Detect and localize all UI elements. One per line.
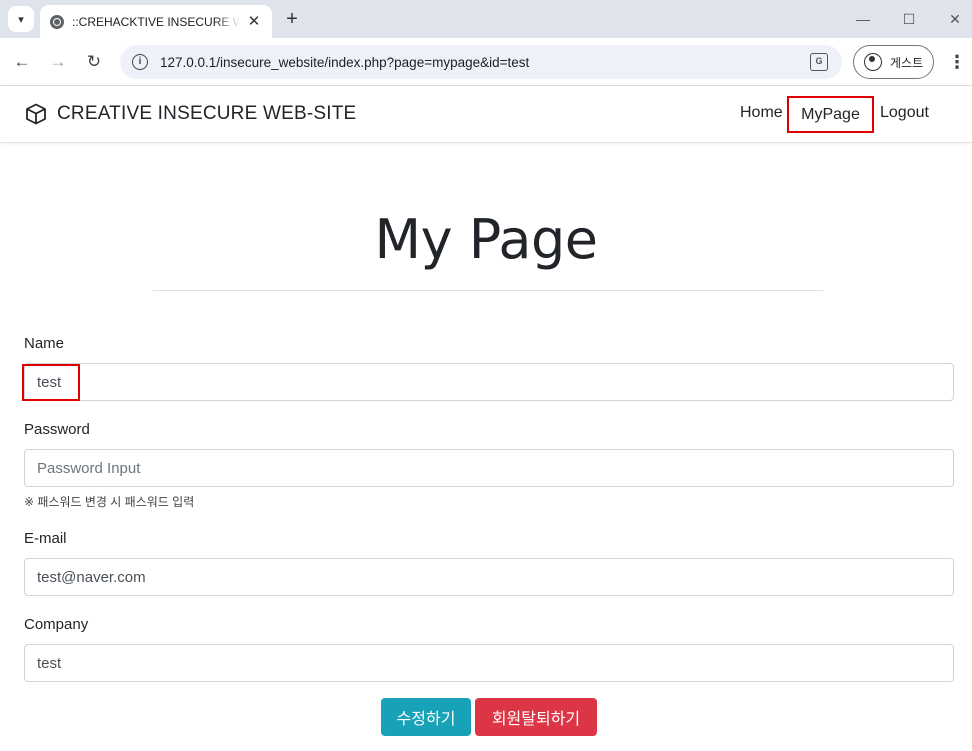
browser-tab[interactable]: ::CREHACKTIVE INSECURE WEB-SITE:: ✕ [40,5,272,38]
browser-toolbar: ← → ↻ i 127.0.0.1/insecure_website/index… [0,38,972,86]
name-highlight-box [22,364,80,401]
forward-arrow-icon[interactable]: → [45,49,71,75]
maximize-icon[interactable]: ☐ [889,6,929,32]
site-info-icon[interactable]: i [132,54,148,70]
nav-mypage-link[interactable]: MyPage [787,96,874,133]
name-field[interactable]: test [24,363,954,401]
password-label: Password [24,421,90,438]
password-field[interactable]: Password Input [24,449,954,487]
profile-label: 게스트 [890,55,924,70]
nav-home-link[interactable]: Home [740,104,783,122]
site-navbar: CREATIVE INSECURE WEB-SITE Home MyPage L… [0,86,972,143]
url-text[interactable]: 127.0.0.1/insecure_website/index.php?pag… [160,55,529,70]
profile-button[interactable]: 게스트 [853,45,934,79]
nav-logout-link[interactable]: Logout [880,104,929,122]
address-bar[interactable]: i 127.0.0.1/insecure_website/index.php?p… [120,45,842,79]
edit-button[interactable]: 수정하기 [381,698,471,736]
minimize-icon[interactable]: — [843,6,883,32]
translate-icon[interactable]: G [810,53,828,71]
close-icon[interactable]: ✕ [246,13,262,30]
page-title: My Page [374,208,598,271]
brand-link[interactable]: CREATIVE INSECURE WEB-SITE [24,102,356,126]
window-close-icon[interactable]: ✕ [935,6,972,32]
password-hint: ※ 패스워드 변경 시 패스워드 입력 [24,495,195,509]
browser-tabstrip: ▾ ::CREHACKTIVE INSECURE WEB-SITE:: ✕ + … [0,0,972,38]
profile-icon [864,53,882,71]
company-label: Company [24,616,89,633]
title-divider [153,290,823,291]
plus-icon[interactable]: + [280,8,304,30]
company-field[interactable]: test [24,644,954,682]
globe-favicon-icon [50,14,64,29]
name-label: Name [24,335,65,352]
back-arrow-icon[interactable]: ← [9,49,35,75]
email-field[interactable]: test@naver.com [24,558,954,596]
tab-search-icon[interactable]: ▾ [8,6,34,32]
tab-title: ::CREHACKTIVE INSECURE WEB-SITE:: [72,14,240,29]
more-menu-icon[interactable]: ⋮ [948,49,966,75]
brand-text: CREATIVE INSECURE WEB-SITE [57,103,357,124]
cube-icon [26,103,46,125]
email-label: E-mail [24,530,67,547]
withdraw-button[interactable]: 회원탈퇴하기 [475,698,597,736]
reload-icon[interactable]: ↻ [81,49,107,75]
